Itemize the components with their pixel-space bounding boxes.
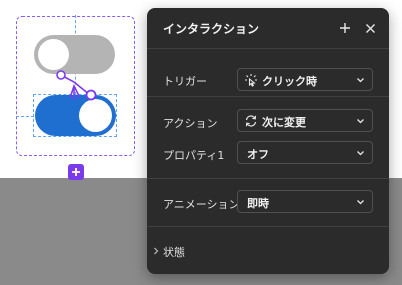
chevron-down-icon [357, 119, 364, 124]
chevron-right-icon [154, 247, 159, 255]
action-dropdown[interactable]: 次に変更 [237, 109, 373, 132]
trigger-label: トリガー [163, 75, 207, 88]
alignment-guide-horizontal [16, 116, 34, 117]
trigger-value: クリック時 [262, 75, 317, 88]
state-section-toggle[interactable]: 状態 [147, 240, 389, 262]
action-value: 次に変更 [262, 116, 306, 129]
swap-arrows-icon [245, 115, 257, 127]
trigger-dropdown[interactable]: クリック時 [237, 68, 373, 91]
selection-outline [33, 94, 117, 137]
tap-icon [245, 74, 257, 87]
interaction-panel: インタラクション トリガー クリック時 アクション 次に変更 プロパティ1 オフ… [147, 8, 389, 274]
animation-dropdown[interactable]: 即時 [237, 190, 373, 213]
plus-icon [340, 23, 350, 33]
divider [147, 96, 389, 97]
chevron-down-icon [357, 151, 364, 156]
plus-icon [72, 168, 80, 176]
animation-label: アニメーション [163, 198, 240, 211]
property-label: プロパティ1 [163, 149, 225, 162]
state-section-label: 状態 [163, 246, 185, 259]
panel-title: インタラクション [163, 22, 260, 36]
action-label: アクション [163, 117, 218, 130]
panel-header: インタラクション [147, 8, 389, 48]
close-icon [365, 23, 375, 33]
divider [147, 178, 389, 179]
animation-value: 即時 [247, 197, 269, 210]
toggle-knob [38, 39, 69, 70]
toggle-variant-off[interactable] [34, 35, 115, 74]
property-dropdown[interactable]: オフ [237, 141, 373, 164]
divider [147, 226, 389, 227]
add-variant-button[interactable] [68, 164, 84, 180]
divider [147, 48, 389, 49]
close-panel-button[interactable] [361, 19, 379, 37]
chevron-down-icon [357, 78, 364, 83]
chevron-down-icon [357, 200, 364, 205]
property-value: オフ [247, 148, 269, 161]
add-interaction-button[interactable] [336, 19, 354, 37]
